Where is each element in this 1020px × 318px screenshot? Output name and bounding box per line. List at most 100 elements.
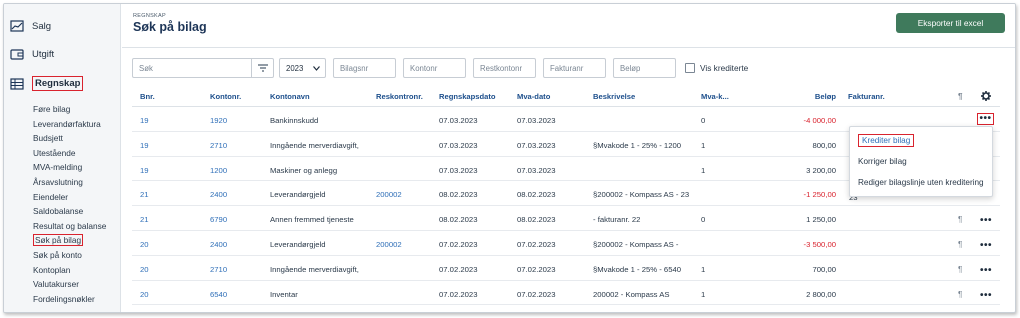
mvadato-cell: 07.03.2023	[517, 140, 556, 150]
col-header-mvakode[interactable]: Mva-k...	[701, 92, 729, 101]
subnav-item[interactable]: Utestående	[33, 146, 106, 161]
regdato-cell: 07.02.2023	[439, 289, 478, 299]
sidebar-subnav: Føre bilag Leverandørfaktura Budsjett Ut…	[33, 102, 106, 306]
year-select[interactable]: 2023	[279, 58, 326, 78]
sidebar-item-salg[interactable]: Salg	[10, 20, 51, 32]
chart-icon	[10, 20, 24, 32]
col-header-reskontronr[interactable]: Reskontronr.	[376, 92, 423, 101]
vis-krediterte-toggle[interactable]: Vis krediterte	[685, 63, 748, 73]
fakturanr-field[interactable]: Fakturanr	[543, 58, 606, 78]
col-header-beskrivelse[interactable]: Beskrivelse	[593, 92, 703, 101]
belop-cell: 700,00	[812, 264, 836, 274]
sidebar-item-label: Utgift	[32, 48, 55, 60]
kontonr-link[interactable]: 2400	[210, 240, 227, 249]
row-actions-button[interactable]: •••	[980, 265, 992, 275]
mvakode-cell: 1	[701, 165, 706, 175]
search-input[interactable]: Søk	[132, 58, 252, 78]
subnav-item[interactable]: Kontoplan	[33, 263, 106, 278]
regdato-cell: 07.02.2023	[439, 264, 478, 274]
row-actions-button[interactable]: •••	[980, 240, 992, 250]
table-row[interactable]: 20 2400 Leverandørgjeld 200002 07.02.202…	[132, 231, 1000, 256]
gear-icon[interactable]	[981, 91, 991, 101]
kontonr-link[interactable]: 1200	[210, 166, 227, 175]
belop-field[interactable]: Beløp	[613, 58, 676, 78]
row-actions-button[interactable]: •••	[977, 113, 994, 125]
table-row[interactable]: 21 6790 Annen fremmed tjeneste 08.02.202…	[132, 206, 1000, 231]
menu-item-krediter[interactable]: Krediter bilag	[850, 130, 992, 151]
reskontro-link[interactable]: 200002	[376, 240, 402, 249]
table-row[interactable]: 20 2710 Inngående merverdiavgift, 07.02.…	[132, 256, 1000, 281]
mvakode-cell: 1	[701, 264, 706, 274]
col-header-fakturanr[interactable]: Fakturanr.	[848, 92, 885, 101]
row-actions-button[interactable]: •••	[980, 216, 992, 226]
bnr-link[interactable]: 21	[140, 215, 149, 224]
subnav-item[interactable]: Eiendeler	[33, 190, 106, 205]
kontonavn-cell: Inngående merverdiavgift,	[270, 140, 359, 150]
kontonr-link[interactable]: 2710	[210, 141, 227, 150]
subnav-item[interactable]: MVA-melding	[33, 160, 106, 175]
col-header-regnskapsdato[interactable]: Regnskapsdato	[439, 92, 496, 101]
kontonr-link[interactable]: 6540	[210, 290, 227, 299]
bnr-link[interactable]: 19	[140, 116, 149, 125]
year-value: 2023	[286, 63, 304, 73]
subnav-item[interactable]: Søk på konto	[33, 248, 106, 263]
bnr-link[interactable]: 20	[140, 290, 149, 299]
filter-bar: Søk 2023 Bilagsnr Kontonr Restkontonr Fa…	[132, 58, 748, 78]
col-header-bnr[interactable]: Bnr.	[140, 92, 155, 101]
paperclip-icon[interactable]: ¶	[958, 215, 962, 224]
col-header-belop[interactable]: Beløp	[815, 92, 836, 101]
regdato-cell: 07.02.2023	[439, 239, 478, 249]
subnav-item[interactable]: Valutakurser	[33, 277, 106, 292]
mvadato-cell: 08.02.2023	[517, 190, 556, 200]
subnav-item[interactable]: Årsavslutning	[33, 175, 106, 190]
subnav-item[interactable]: Føre bilag	[33, 102, 106, 117]
breadcrumb[interactable]: REGNSKAP	[133, 13, 166, 19]
regdato-cell: 08.02.2023	[439, 215, 478, 225]
subnav-item[interactable]: Saldobalanse	[33, 204, 106, 219]
kontonr-link[interactable]: 2400	[210, 190, 227, 199]
row-actions-button[interactable]: •••	[980, 290, 992, 300]
menu-item-korriger[interactable]: Korriger bilag	[850, 151, 992, 172]
mvakode-cell: 1	[701, 289, 706, 299]
filter-button[interactable]	[252, 58, 274, 78]
bnr-link[interactable]: 19	[140, 166, 149, 175]
subnav-item[interactable]: Fordelingsnøkler	[33, 292, 106, 307]
reskontro-link[interactable]: 200002	[376, 190, 402, 199]
bnr-link[interactable]: 19	[140, 141, 149, 150]
beskrivelse-cell: §Mvakode 1 - 25% - 6540	[593, 264, 682, 274]
sidebar-item-label: Regnskap	[32, 76, 84, 91]
beskrivelse-cell: §200002 - Kompass AS - 23	[593, 190, 690, 200]
paperclip-icon: ¶	[958, 92, 963, 101]
belop-cell: -4 000,00	[803, 116, 836, 125]
sidebar-item-regnskap[interactable]: Regnskap	[10, 76, 84, 91]
mvakode-cell: 0	[701, 215, 706, 225]
kontonr-link[interactable]: 6790	[210, 215, 227, 224]
subnav-item-active[interactable]: Søk på bilag	[33, 233, 106, 248]
export-excel-button[interactable]: Eksporter til excel	[896, 13, 1005, 33]
restkontonr-field[interactable]: Restkontonr	[473, 58, 536, 78]
bilagsnr-field[interactable]: Bilagsnr	[333, 58, 396, 78]
vis-krediterte-checkbox[interactable]	[685, 63, 695, 73]
bnr-link[interactable]: 21	[140, 190, 149, 199]
kontonavn-cell: Leverandørgjeld	[270, 190, 326, 200]
mvadato-cell: 07.03.2023	[517, 165, 556, 175]
kontonr-link[interactable]: 2710	[210, 265, 227, 274]
table-row[interactable]: 20 6540 Inventar 07.02.2023 07.02.2023 2…	[132, 281, 1000, 306]
paperclip-icon[interactable]: ¶	[958, 240, 962, 249]
subnav-item[interactable]: Budsjett	[33, 131, 106, 146]
kontonr-field[interactable]: Kontonr	[403, 58, 466, 78]
paperclip-icon[interactable]: ¶	[958, 265, 962, 274]
bnr-link[interactable]: 20	[140, 265, 149, 274]
col-header-kontonr[interactable]: Kontonr.	[210, 92, 241, 101]
col-header-kontonavn[interactable]: Kontonavn	[270, 92, 310, 101]
belop-cell: -3 500,00	[803, 239, 836, 249]
bnr-link[interactable]: 20	[140, 240, 149, 249]
sidebar-item-utgift[interactable]: Utgift	[10, 48, 54, 60]
paperclip-icon[interactable]: ¶	[958, 290, 962, 299]
menu-item-rediger-uten-kreditering[interactable]: Rediger bilagslinje uten kreditering	[850, 172, 992, 193]
subnav-item[interactable]: Leverandørfaktura	[33, 117, 106, 132]
kontonr-link[interactable]: 1920	[210, 116, 227, 125]
col-header-mvadato[interactable]: Mva-dato	[517, 92, 550, 101]
wallet-icon	[10, 49, 24, 60]
subnav-item[interactable]: Resultat og balanse	[33, 219, 106, 234]
